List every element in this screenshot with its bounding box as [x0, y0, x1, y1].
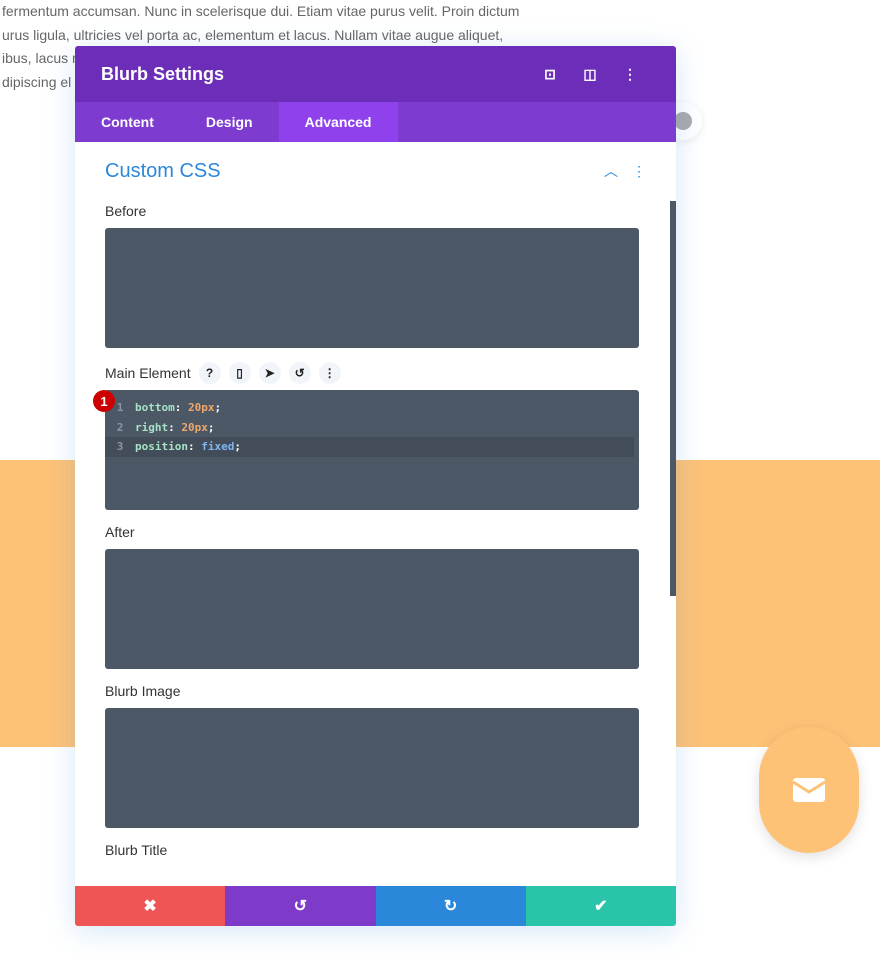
- step-badge: 1: [93, 390, 115, 412]
- modal-title: Blurb Settings: [101, 63, 225, 84]
- before-css-input[interactable]: [105, 228, 639, 348]
- more-vertical-icon[interactable]: ⋮: [318, 362, 341, 384]
- section-title: Custom CSS: [105, 159, 221, 182]
- main-element-label-row: Main Element ? ▯ ➤ ↺ ⋮: [105, 362, 646, 384]
- envelope-icon: [793, 778, 825, 802]
- split-view-icon[interactable]: ◫: [570, 66, 610, 83]
- cursor-icon[interactable]: ➤: [258, 362, 281, 384]
- help-icon[interactable]: ?: [198, 362, 221, 384]
- blurb-image-label: Blurb Image: [105, 683, 181, 699]
- focus-icon[interactable]: ⊡: [530, 66, 570, 83]
- tab-content[interactable]: Content: [75, 102, 180, 142]
- after-label: After: [105, 524, 135, 540]
- blurb-settings-modal: Blurb Settings ⊡ ◫ ⋮ Content Design Adva…: [75, 46, 676, 926]
- modal-footer: ✖ ↺ ↻ ✔: [75, 886, 676, 926]
- chevron-up-icon[interactable]: ︿: [604, 161, 618, 181]
- tab-advanced[interactable]: Advanced: [278, 102, 398, 142]
- more-vertical-icon[interactable]: ⋮: [610, 66, 650, 83]
- text-line: fermentum accumsan. Nunc in scelerisque …: [2, 3, 520, 19]
- settings-body: Custom CSS ︿ ⋮ Before Main Element ? ▯ ➤…: [75, 142, 676, 886]
- undo-button[interactable]: ↺: [225, 886, 376, 926]
- cancel-button[interactable]: ✖: [75, 886, 226, 926]
- scrollbar[interactable]: [670, 201, 676, 596]
- more-vertical-icon[interactable]: ⋮: [632, 163, 646, 180]
- mobile-icon[interactable]: ▯: [228, 362, 251, 384]
- code-line: 1 bottom: 20px;: [116, 401, 222, 414]
- reset-icon[interactable]: ↺: [288, 362, 311, 384]
- blurb-title-label: Blurb Title: [105, 842, 168, 858]
- save-button[interactable]: ✔: [525, 886, 676, 926]
- modal-header: Blurb Settings ⊡ ◫ ⋮: [75, 46, 676, 102]
- email-floating-button[interactable]: [759, 727, 859, 853]
- main-element-css-input[interactable]: 1 1 bottom: 20px; 2 right: 20px; 3 position…: [93, 390, 639, 510]
- main-element-label: Main Element: [105, 364, 191, 381]
- code-line: 2 right: 20px;: [116, 420, 215, 434]
- section-header[interactable]: Custom CSS ︿ ⋮: [105, 142, 646, 200]
- redo-button[interactable]: ↻: [375, 886, 526, 926]
- text-line: urus ligula, ultricies vel porta ac, ele…: [2, 26, 504, 43]
- blurb-image-css-input[interactable]: [105, 708, 639, 828]
- globe-icon: [674, 112, 692, 130]
- code-line: 3 position: fixed;: [105, 437, 634, 457]
- before-label: Before: [105, 203, 147, 219]
- tab-bar: Content Design Advanced: [75, 102, 676, 142]
- tab-design[interactable]: Design: [180, 102, 279, 142]
- after-css-input[interactable]: [105, 549, 639, 669]
